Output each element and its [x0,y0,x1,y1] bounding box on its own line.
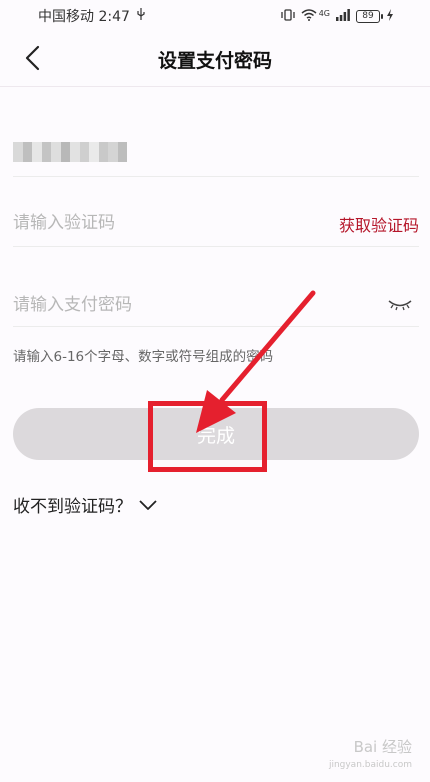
watermark-text: Bai 经验 [353,738,412,756]
charging-icon [386,8,394,24]
battery-level: 89 [362,11,374,21]
watermark-url: jingyan.baidu.com [328,760,412,770]
battery-icon: 89 [356,9,383,23]
blurred-phone-number [13,142,127,162]
header: 设置支付密码 [0,32,430,87]
password-visibility-toggle[interactable] [387,296,413,312]
carrier-time: 中国移动 2:47 [38,9,130,25]
password-hint: 请输入6-16个字母、数字或符号组成的密码 [13,349,274,365]
watermark: Bai 经验 jingyan.baidu.com [329,738,412,774]
chevron-down-icon [139,499,157,510]
get-code-button[interactable]: 获取验证码 [339,212,419,236]
annotation-arrow [196,290,316,433]
network-label: 4G [318,8,330,18]
page-title: 设置支付密码 [157,50,272,72]
verification-code-field: 获取验证码 [13,200,419,247]
signal-icon [336,8,350,24]
wifi-icon [301,8,317,24]
password-field [13,284,419,327]
eye-closed-icon [388,300,412,311]
vibrate-icon [281,8,295,24]
password-input[interactable] [13,284,373,326]
verification-code-input[interactable] [13,200,313,246]
annotation-highlight-box [148,401,267,472]
no-code-toggle[interactable]: 收不到验证码？ [13,492,158,517]
status-left: 中国移动 2:47 [38,6,146,26]
no-code-label: 收不到验证码？ [13,497,132,517]
status-right: 4G 89 [281,8,394,24]
phone-number-field [13,130,419,177]
usb-icon [136,8,146,24]
status-bar: 中国移动 2:47 4G 89 [0,0,430,32]
